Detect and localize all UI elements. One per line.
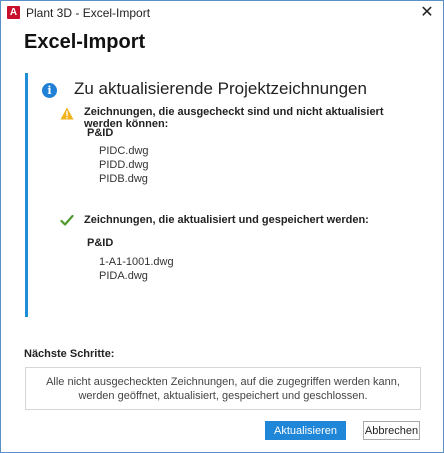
drawings-panel: i Zu aktualisierende Projektzeichnungen … (25, 73, 424, 317)
success-file-item: 1-A1-1001.dwg (99, 256, 174, 268)
next-steps-box: Alle nicht ausgecheckten Zeichnungen, au… (25, 367, 421, 410)
success-group-label: P&ID (87, 237, 114, 249)
window-title: Plant 3D - Excel-Import (26, 6, 151, 20)
dialog-heading: Excel-Import (24, 31, 146, 53)
warning-file-item: PIDC.dwg (99, 145, 149, 157)
warning-icon (60, 107, 74, 120)
update-button[interactable]: Aktualisieren (265, 421, 346, 440)
warning-section-label: Zeichnungen, die ausgecheckt sind und ni… (84, 106, 384, 130)
warning-file-item: PIDD.dwg (99, 159, 149, 171)
title-bar: A Plant 3D - Excel-Import ✕ (1, 1, 443, 25)
info-icon: i (42, 83, 57, 98)
panel-title: Zu aktualisierende Projektzeichnungen (74, 79, 367, 98)
dialog-window: A Plant 3D - Excel-Import ✕ Excel-Import… (0, 0, 444, 453)
checkmark-icon (60, 214, 74, 226)
next-steps-line-2: werden geöffnet, aktualisiert, gespeiche… (78, 390, 368, 402)
next-steps-label: Nächste Schritte: (24, 348, 115, 360)
autocad-app-icon: A (7, 6, 20, 19)
warning-group-label: P&ID (87, 127, 114, 139)
close-button[interactable]: ✕ (415, 3, 439, 23)
next-steps-line-1: Alle nicht ausgecheckten Zeichnungen, au… (46, 376, 400, 388)
cancel-button[interactable]: Abbrechen (363, 421, 420, 440)
success-section-label: Zeichnungen, die aktualisiert und gespei… (84, 214, 369, 226)
warning-file-item: PIDB.dwg (99, 173, 148, 185)
success-file-item: PIDA.dwg (99, 270, 148, 282)
